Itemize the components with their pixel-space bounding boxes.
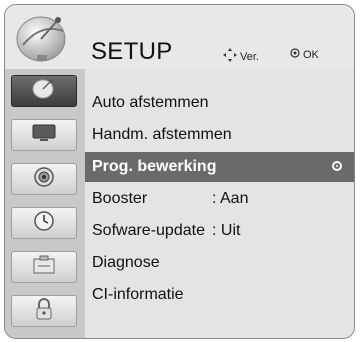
menu-item-ci-info[interactable]: CI-informatie [85, 280, 354, 310]
menu-item-manual-tuning[interactable]: Handm. afstemmen [85, 120, 354, 150]
menu-item-software-update[interactable]: Sofware-update : Uit [85, 216, 354, 246]
options-box-icon [32, 255, 56, 280]
satellite-dish-icon [11, 9, 79, 65]
move-hint: Ver. [223, 48, 259, 65]
setup-menu-window: SETUP Ver. OK Auto afstemmen Handm. afst… [4, 4, 355, 339]
menu-header: SETUP Ver. OK [5, 5, 354, 69]
ok-circle-icon [290, 48, 300, 61]
sidebar-item-time[interactable] [11, 207, 77, 239]
sidebar-item-lock[interactable] [11, 295, 77, 327]
ok-hint: OK [290, 48, 319, 61]
menu-item-program-edit[interactable]: Prog. bewerking [85, 152, 354, 182]
sidebar-item-audio[interactable] [11, 163, 77, 195]
menu-item-label: Sofware-update [92, 222, 205, 239]
menu-item-label: Auto afstemmen [92, 94, 209, 111]
menu-item-booster[interactable]: Booster : Aan [85, 184, 354, 214]
menu-item-value: : Uit [212, 222, 241, 239]
menu-item-label: Booster [92, 190, 148, 207]
clock-icon [33, 210, 55, 237]
menu-item-auto-tuning[interactable]: Auto afstemmen [85, 88, 354, 118]
menu-item-label: Diagnose [92, 254, 160, 271]
menu-item-value: : Aan [212, 190, 249, 207]
sidebar-item-options[interactable] [11, 251, 77, 283]
speaker-icon [33, 166, 55, 193]
menu-item-label: Prog. bewerking [92, 158, 217, 175]
ok-circle-icon [332, 161, 342, 171]
sidebar-item-setup[interactable] [11, 75, 77, 107]
monitor-icon [31, 123, 57, 148]
page-title: SETUP [91, 38, 173, 65]
satellite-dish-icon [31, 78, 57, 105]
sidebar-item-picture[interactable] [11, 119, 77, 151]
menu-item-label: Handm. afstemmen [92, 126, 232, 143]
menu-item-diagnose[interactable]: Diagnose [85, 248, 354, 278]
lock-icon [34, 297, 54, 326]
four-way-arrow-icon [223, 48, 237, 65]
menu-list: Auto afstemmen Handm. afstemmen Prog. be… [85, 69, 354, 338]
category-sidebar [5, 69, 85, 338]
move-hint-label: Ver. [240, 50, 259, 63]
ok-hint-label: OK [303, 48, 319, 61]
menu-item-label: CI-informatie [92, 286, 184, 303]
